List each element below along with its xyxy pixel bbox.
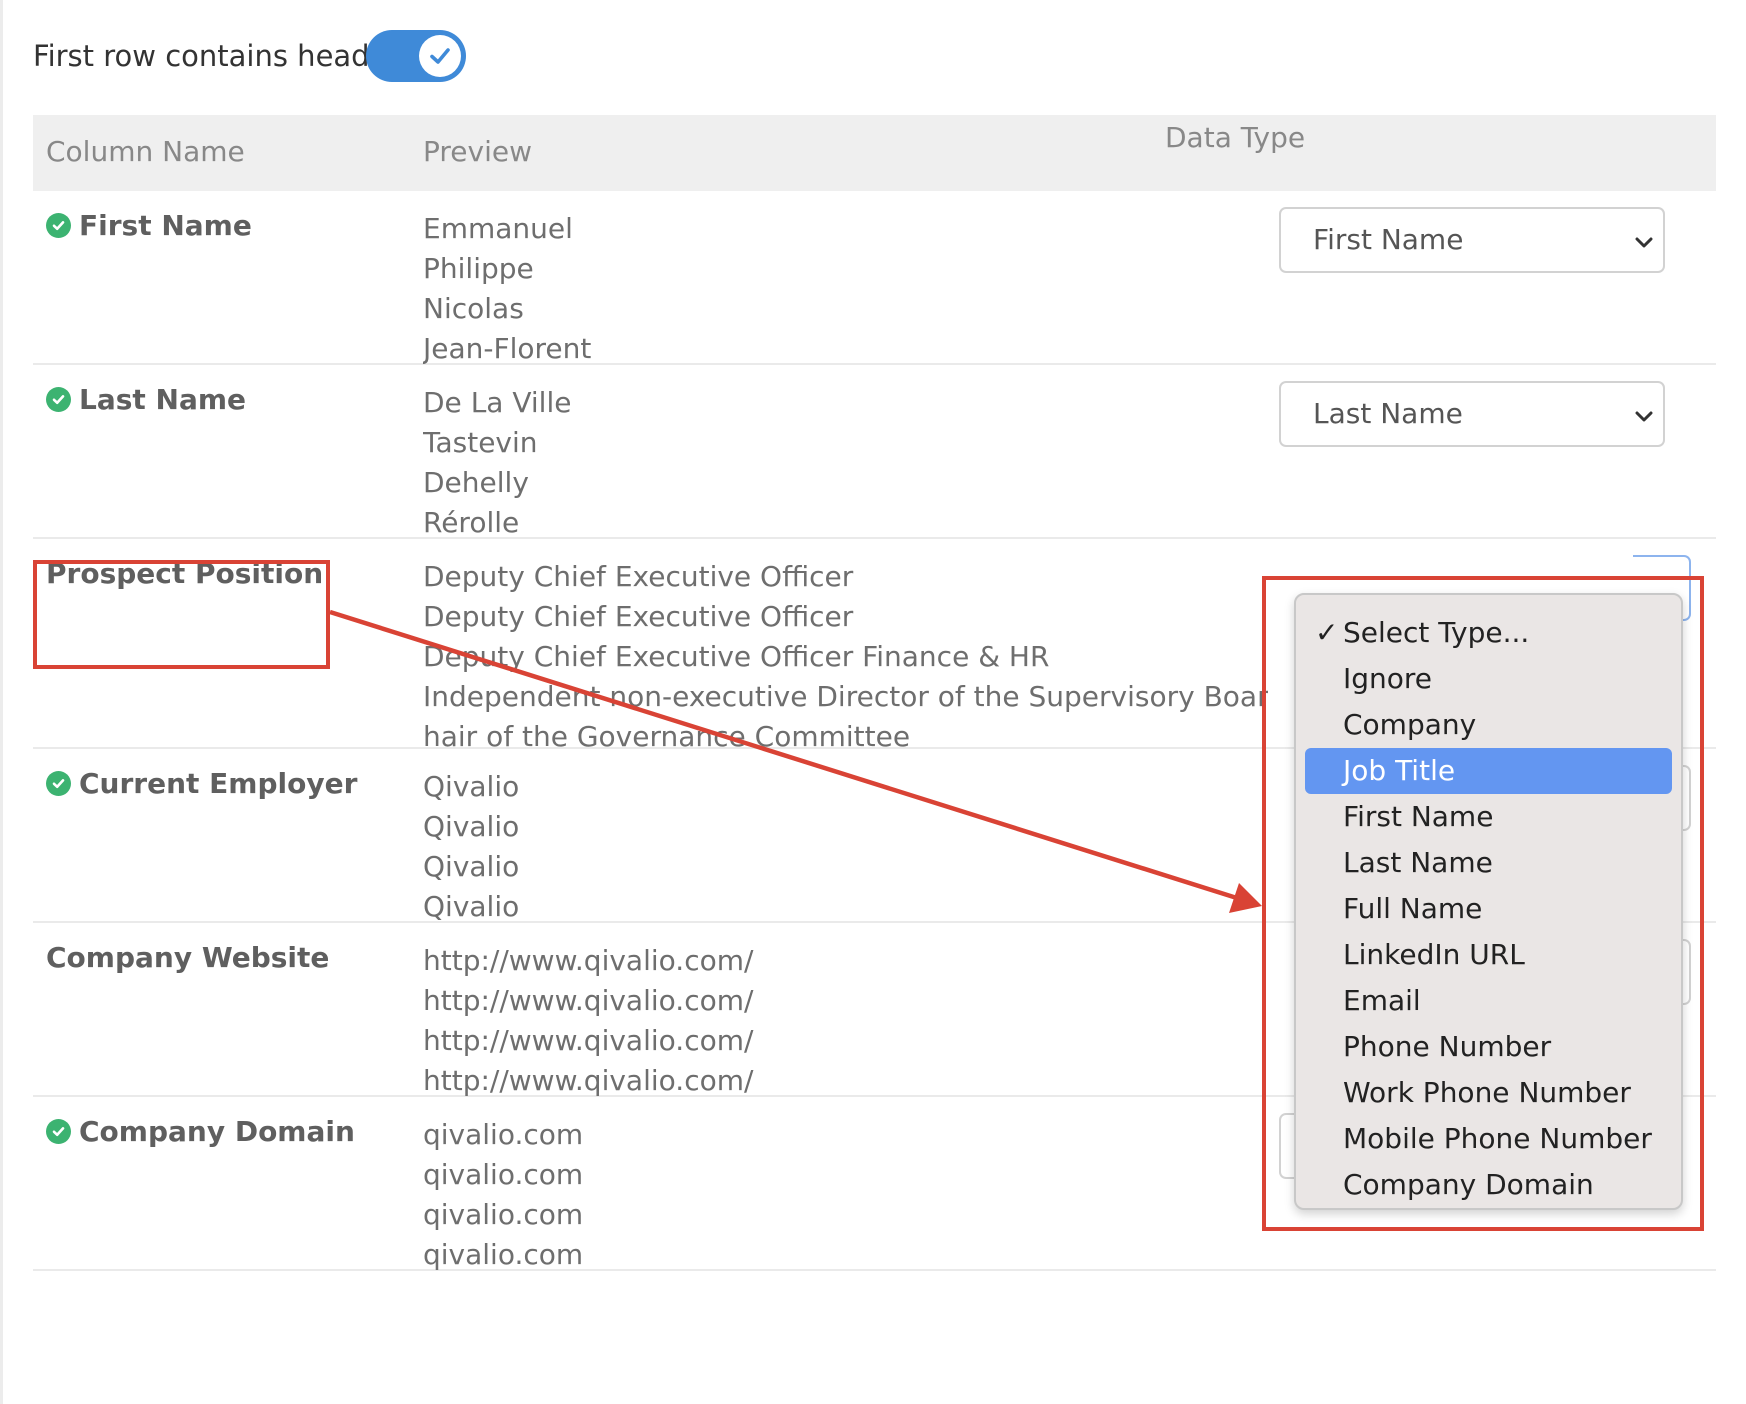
menu-item-email[interactable]: Email (1305, 978, 1672, 1024)
column-name-label: Current Employer (79, 767, 358, 800)
chevron-down-icon (1635, 237, 1653, 248)
column-name-header: Column Name (46, 135, 245, 168)
preview-value: Jean-Florent (423, 332, 592, 365)
menu-item-label: Mobile Phone Number (1343, 1122, 1652, 1155)
preview-value: Qivalio (423, 770, 520, 803)
preview-value: Dehelly (423, 466, 529, 499)
preview-header: Preview (423, 135, 532, 168)
menu-item-label: Job Title (1343, 754, 1456, 787)
preview-value: http://www.qivalio.com/ (423, 944, 754, 977)
menu-item-label: Ignore (1343, 662, 1433, 695)
check-icon (430, 48, 450, 64)
preview-values: http://www.qivalio.com/ http://www.qival… (423, 941, 1273, 1101)
header-toggle-row: First row contains header (33, 28, 466, 84)
header-toggle[interactable] (366, 30, 466, 82)
page-edge (0, 0, 3, 1404)
menu-item-label: Select Type... (1343, 616, 1530, 649)
preview-value: Deputy Chief Executive Officer (423, 600, 854, 633)
data-type-select[interactable]: First Name (1279, 207, 1665, 273)
check-circle-icon (46, 213, 71, 238)
column-name-label: Company Website (46, 941, 330, 974)
column-name: First Name (46, 209, 252, 242)
data-type-value: Last Name (1313, 397, 1463, 430)
menu-item-ignore[interactable]: Ignore (1305, 656, 1672, 702)
menu-item-label: Last Name (1343, 846, 1493, 879)
preview-values: De La Ville Tastevin Dehelly Rérolle (423, 383, 1273, 543)
preview-value: http://www.qivalio.com/ (423, 1024, 754, 1057)
menu-item-label: LinkedIn URL (1343, 938, 1525, 971)
preview-value: qivalio.com (423, 1198, 584, 1231)
menu-item-label: Phone Number (1343, 1030, 1552, 1063)
chevron-down-icon (1635, 411, 1653, 422)
data-type-value: First Name (1313, 223, 1464, 256)
preview-value: Philippe (423, 252, 534, 285)
preview-value: http://www.qivalio.com/ (423, 984, 754, 1017)
menu-item-work-phone-number[interactable]: Work Phone Number (1305, 1070, 1672, 1116)
menu-item-label: Email (1343, 984, 1421, 1017)
menu-item-job-title[interactable]: Job Title (1305, 748, 1672, 794)
check-circle-icon (46, 387, 71, 412)
preview-values: Qivalio Qivalio Qivalio Qivalio (423, 767, 1273, 927)
menu-item-company[interactable]: Company (1305, 702, 1672, 748)
preview-value: Qivalio (423, 850, 520, 883)
preview-value: Tastevin (423, 426, 538, 459)
preview-values: Deputy Chief Executive Officer Deputy Ch… (423, 557, 1268, 757)
preview-value: http://www.qivalio.com/ (423, 1064, 754, 1097)
menu-item-linkedin-url[interactable]: LinkedIn URL (1305, 932, 1672, 978)
column-name-label: Company Domain (79, 1115, 355, 1148)
header-toggle-label: First row contains header (33, 39, 400, 73)
data-type-header: Data Type (1165, 121, 1306, 154)
check-circle-icon (46, 771, 71, 796)
menu-item-label: Company Domain (1343, 1168, 1594, 1201)
preview-value: Independent non-executive Director of th… (423, 680, 1268, 713)
preview-values: Emmanuel Philippe Nicolas Jean-Florent (423, 209, 1273, 369)
menu-item-last-name[interactable]: Last Name (1305, 840, 1672, 886)
preview-value: Emmanuel (423, 212, 573, 245)
column-name: Company Domain (46, 1115, 355, 1148)
column-name-label: Prospect Position (46, 557, 324, 590)
menu-item-label: Full Name (1343, 892, 1483, 925)
data-type-dropdown-menu: ✓ Select Type... Ignore Company Job Titl… (1294, 593, 1683, 1210)
menu-item-select-type[interactable]: ✓ Select Type... (1305, 610, 1672, 656)
check-circle-icon (46, 1119, 71, 1144)
preview-value: qivalio.com (423, 1158, 584, 1191)
preview-value: Rérolle (423, 506, 520, 539)
column-name: Current Employer (46, 767, 357, 800)
preview-value: Deputy Chief Executive Officer (423, 560, 854, 593)
preview-value: Qivalio (423, 810, 520, 843)
toggle-knob (419, 35, 461, 77)
table-row: Last Name De La Ville Tastevin Dehelly R… (33, 365, 1716, 539)
menu-item-label: First Name (1343, 800, 1494, 833)
column-name: Company Website (46, 941, 329, 974)
preview-value: qivalio.com (423, 1238, 584, 1271)
column-name-label: Last Name (79, 383, 247, 416)
menu-item-label: Work Phone Number (1343, 1076, 1631, 1109)
column-name: Prospect Position (46, 557, 323, 590)
menu-item-full-name[interactable]: Full Name (1305, 886, 1672, 932)
table-header: Column Name Preview Data Type (33, 115, 1716, 191)
menu-item-first-name[interactable]: First Name (1305, 794, 1672, 840)
checkmark-icon: ✓ (1315, 616, 1339, 649)
table-row: First Name Emmanuel Philippe Nicolas Jea… (33, 191, 1716, 365)
column-name-label: First Name (79, 209, 252, 242)
menu-item-phone-number[interactable]: Phone Number (1305, 1024, 1672, 1070)
preview-values: qivalio.com qivalio.com qivalio.com qiva… (423, 1115, 1273, 1275)
data-type-select[interactable]: Last Name (1279, 381, 1665, 447)
preview-value: Nicolas (423, 292, 524, 325)
column-name: Last Name (46, 383, 246, 416)
menu-item-mobile-phone-number[interactable]: Mobile Phone Number (1305, 1116, 1672, 1162)
preview-value: Qivalio (423, 890, 520, 923)
preview-value: qivalio.com (423, 1118, 584, 1151)
preview-value: Deputy Chief Executive Officer Finance &… (423, 640, 1050, 673)
preview-value: De La Ville (423, 386, 572, 419)
menu-item-label: Company (1343, 708, 1477, 741)
menu-item-company-domain[interactable]: Company Domain (1305, 1162, 1672, 1208)
